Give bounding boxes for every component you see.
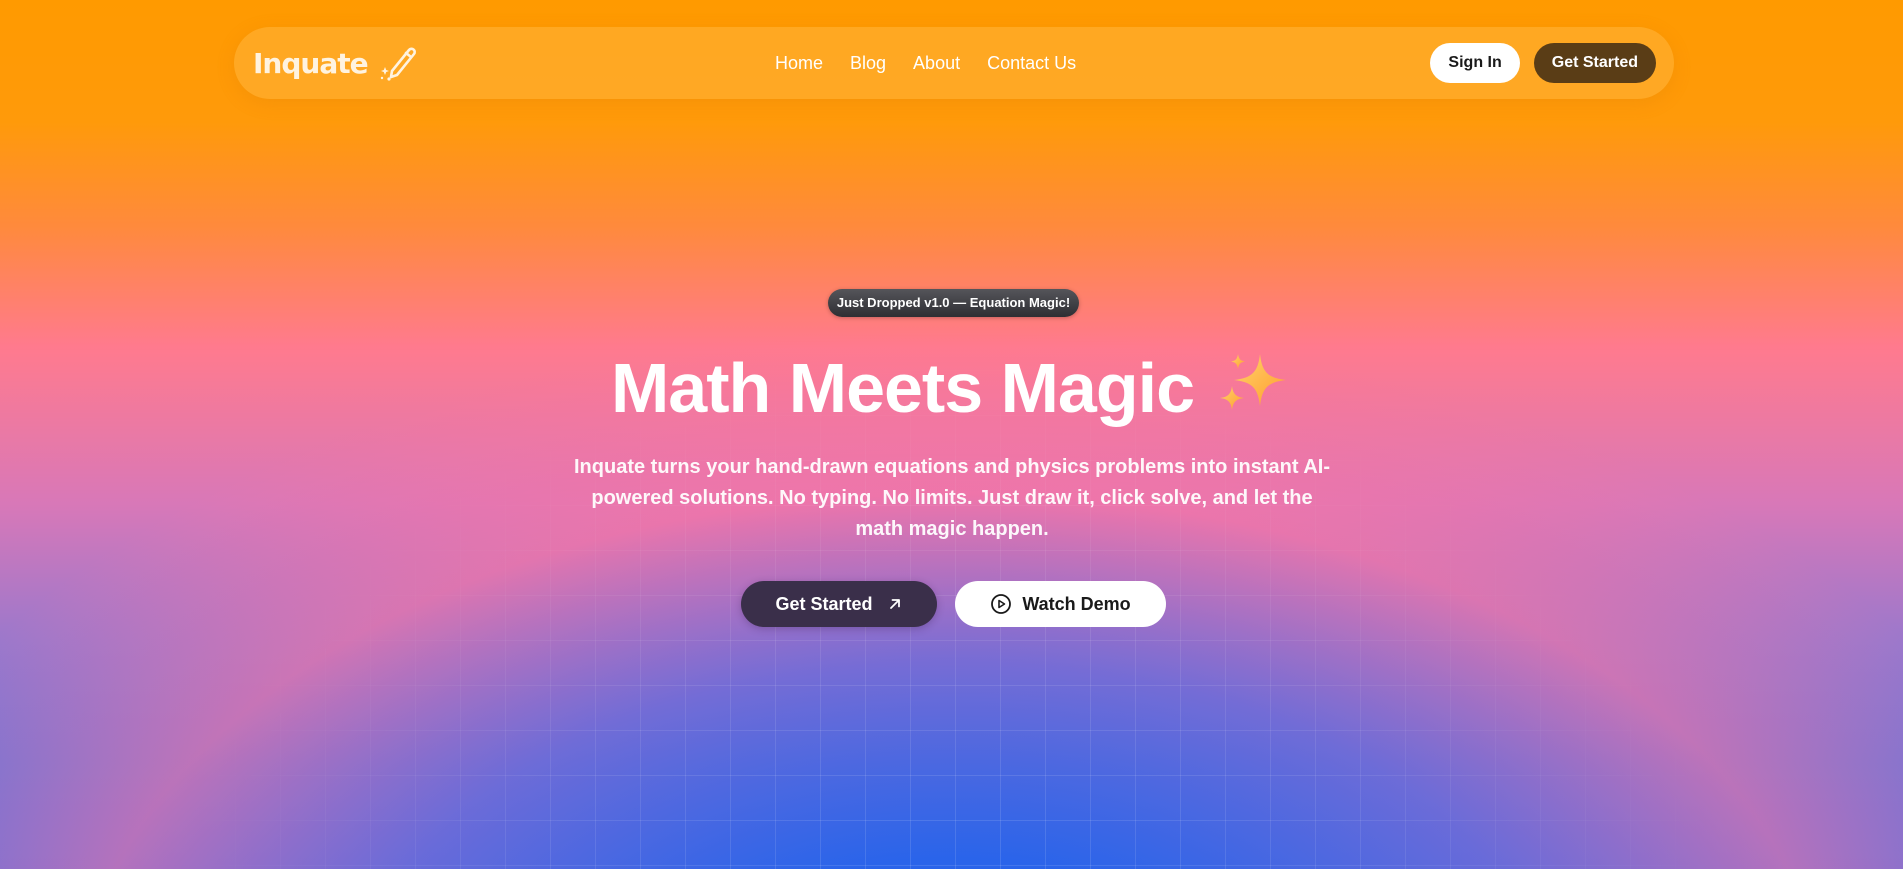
nav-link-blog[interactable]: Blog (850, 53, 886, 74)
logo[interactable]: Inquate (253, 41, 420, 85)
watch-demo-label: Watch Demo (1022, 593, 1131, 614)
get-started-button[interactable]: Get Started (741, 581, 937, 627)
play-circle-icon (990, 593, 1012, 615)
navbar: Inquate Home Blog About Contact Us Sign … (234, 27, 1674, 99)
nav-link-about[interactable]: About (913, 53, 960, 74)
primary-nav: Home Blog About Contact Us (775, 27, 1076, 99)
sparkles-icon (1216, 348, 1292, 432)
headline-text: Math Meets Magic (611, 349, 1195, 427)
sign-in-button[interactable]: Sign In (1430, 43, 1520, 83)
arrow-up-right-icon (887, 596, 903, 612)
pencil-sparkle-icon (376, 41, 420, 85)
hero-headline: Math Meets Magic (0, 346, 1903, 436)
nav-get-started-button[interactable]: Get Started (1533, 43, 1656, 83)
hero-cta-group: Get Started Watch Demo (741, 581, 1166, 627)
nav-link-contact[interactable]: Contact Us (987, 53, 1076, 74)
nav-actions: Sign In Get Started (1430, 43, 1656, 83)
nav-link-home[interactable]: Home (775, 53, 823, 74)
get-started-label: Get Started (775, 593, 873, 614)
brand-name: Inquate (253, 46, 369, 80)
watch-demo-button[interactable]: Watch Demo (955, 581, 1166, 627)
release-badge: Just Dropped v1.0 — Equation Magic! (828, 289, 1079, 317)
hero-subtitle: Inquate turns your hand-drawn equations … (574, 456, 1330, 540)
